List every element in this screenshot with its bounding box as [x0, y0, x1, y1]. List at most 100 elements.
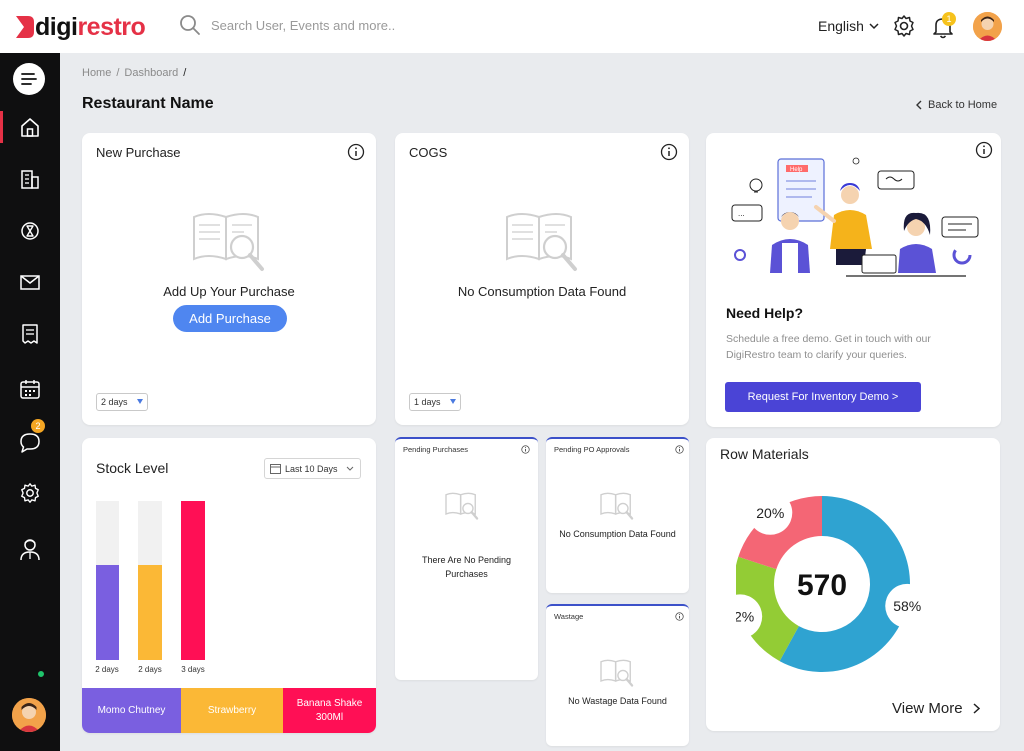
- search-bar[interactable]: Search User, Events and more..: [179, 14, 395, 36]
- sidebar-user-avatar[interactable]: [12, 698, 46, 732]
- stock-range-value: Last 10 Days: [285, 463, 338, 474]
- sidebar-item-inventory[interactable]: [0, 211, 60, 251]
- info-icon[interactable]: [675, 445, 684, 454]
- sidebar-item-home[interactable]: [0, 107, 60, 147]
- sidebar-item-settings[interactable]: [0, 473, 60, 513]
- range-select-value: 1 days: [414, 397, 441, 407]
- sidebar-item-chat[interactable]: [0, 422, 60, 462]
- card-title: New Purchase: [96, 145, 181, 160]
- stock-range-select[interactable]: Last 10 Days: [264, 458, 361, 479]
- sidebar-item-staff[interactable]: [0, 529, 60, 569]
- language-label: English: [818, 18, 864, 34]
- caret-down-icon: [137, 399, 143, 404]
- new-purchase-card: New Purchase Add Up Your Purchase Add Pu…: [82, 133, 376, 425]
- chevron-down-icon: [346, 466, 354, 471]
- range-select[interactable]: 1 days: [409, 393, 461, 411]
- raw-materials-card: Row Materials 58% 22% 20% 570 View More: [706, 438, 1000, 731]
- range-select[interactable]: 2 days: [96, 393, 148, 411]
- empty-state-text: No Consumption Data Found: [457, 284, 627, 299]
- stock-legend-item: Strawberry: [181, 688, 283, 733]
- empty-book-icon: [506, 213, 577, 271]
- info-icon[interactable]: [521, 445, 530, 454]
- raw-materials-donut-chart: 58% 22% 20% 570: [736, 490, 930, 672]
- stock-bar-caption: 3 days: [181, 665, 205, 674]
- stock-bar-caption: 2 days: [138, 665, 162, 674]
- menu-toggle-button[interactable]: [13, 63, 45, 95]
- breadcrumb: Home / Dashboard /: [82, 67, 186, 79]
- donut-total-value: 570: [797, 569, 847, 602]
- stock-bar-fill: [181, 501, 205, 660]
- stock-legend-item: Banana Shake 300Ml: [283, 688, 376, 733]
- wastage-card: Wastage No Wastage Data Found: [546, 604, 689, 746]
- help-label: Help: [790, 167, 803, 173]
- sidebar-item-calendar[interactable]: [0, 369, 60, 409]
- logo-text-part2: restro: [77, 12, 146, 41]
- stock-bar-fill: [138, 564, 162, 660]
- stock-bar: [96, 501, 119, 660]
- stock-bar: [138, 501, 162, 660]
- back-to-home-link[interactable]: Back to Home: [916, 99, 997, 111]
- cogs-card: COGS No Consumption Data Found 1 days: [395, 133, 689, 425]
- info-icon[interactable]: [675, 612, 684, 621]
- card-title: Stock Level: [96, 460, 169, 476]
- sidebar: 2: [0, 53, 60, 751]
- request-demo-button[interactable]: Request For Inventory Demo >: [725, 382, 921, 412]
- help-team-illustration: Help ...: [731, 157, 979, 277]
- breadcrumb-separator: /: [183, 67, 187, 79]
- settings-icon[interactable]: [892, 14, 916, 38]
- card-title: COGS: [409, 145, 448, 160]
- calendar-icon: [270, 464, 281, 474]
- stock-bar-caption: 2 days: [95, 665, 119, 674]
- info-icon[interactable]: [347, 143, 365, 161]
- donut-segment-label: 58%: [893, 598, 921, 614]
- logo-mark-icon: [16, 16, 34, 38]
- empty-book-icon: [193, 213, 264, 271]
- empty-state-text: There Are No Pending Purchases: [421, 555, 512, 579]
- logo-text-part1: digi: [35, 12, 78, 41]
- card-title: Pending Purchases: [403, 445, 469, 454]
- brand-logo[interactable]: digirestro: [16, 12, 146, 42]
- top-bar: digirestro Search User, Events and more.…: [0, 0, 1024, 53]
- chevron-down-icon: [869, 22, 879, 29]
- svg-text:...: ...: [738, 209, 745, 218]
- add-purchase-button[interactable]: Add Purchase: [173, 305, 287, 332]
- sidebar-item-outlets[interactable]: [0, 159, 60, 199]
- view-more-link[interactable]: View More: [892, 700, 980, 717]
- cogs-icon: [21, 222, 39, 240]
- caret-down-icon: [450, 399, 456, 404]
- mail-icon: [20, 275, 40, 290]
- help-title: Need Help?: [726, 305, 804, 321]
- pending-purchases-card: Pending Purchases There Are No Pending P…: [395, 437, 538, 680]
- user-avatar[interactable]: [973, 12, 1002, 41]
- empty-book-icon: [445, 492, 479, 520]
- breadcrumb-home[interactable]: Home: [82, 67, 111, 79]
- building-icon: [21, 170, 39, 189]
- donut-segment-label: 20%: [756, 505, 784, 521]
- logo-text: digirestro: [35, 12, 146, 42]
- breadcrumb-dashboard[interactable]: Dashboard: [124, 67, 178, 79]
- stock-bar: [181, 501, 205, 660]
- avatar-image: [973, 12, 1002, 41]
- search-input[interactable]: Search User, Events and more..: [211, 18, 395, 33]
- sidebar-item-orders[interactable]: [0, 314, 60, 354]
- home-icon: [21, 118, 39, 137]
- view-more-label: View More: [892, 700, 963, 717]
- help-description: Schedule a free demo. Get in touch with …: [726, 333, 931, 361]
- stock-legend-item: Momo Chutney: [82, 688, 181, 733]
- empty-book-icon: [600, 659, 634, 687]
- language-selector[interactable]: English: [818, 18, 879, 34]
- back-to-home-label: Back to Home: [928, 99, 998, 111]
- stock-bar-fill: [96, 564, 119, 660]
- empty-book-icon: [600, 492, 634, 520]
- info-icon[interactable]: [660, 143, 678, 161]
- card-title: Wastage: [554, 612, 584, 621]
- chevron-left-icon: [916, 100, 922, 110]
- card-title: Pending PO Approvals: [554, 445, 630, 454]
- sidebar-item-messages[interactable]: [0, 262, 60, 302]
- online-status-dot: [36, 669, 46, 679]
- breadcrumb-separator: /: [116, 67, 120, 79]
- menu-icon: [21, 73, 37, 85]
- donut-segment-label: 22%: [736, 608, 754, 624]
- range-select-value: 2 days: [101, 397, 128, 407]
- receipt-icon: [22, 324, 38, 344]
